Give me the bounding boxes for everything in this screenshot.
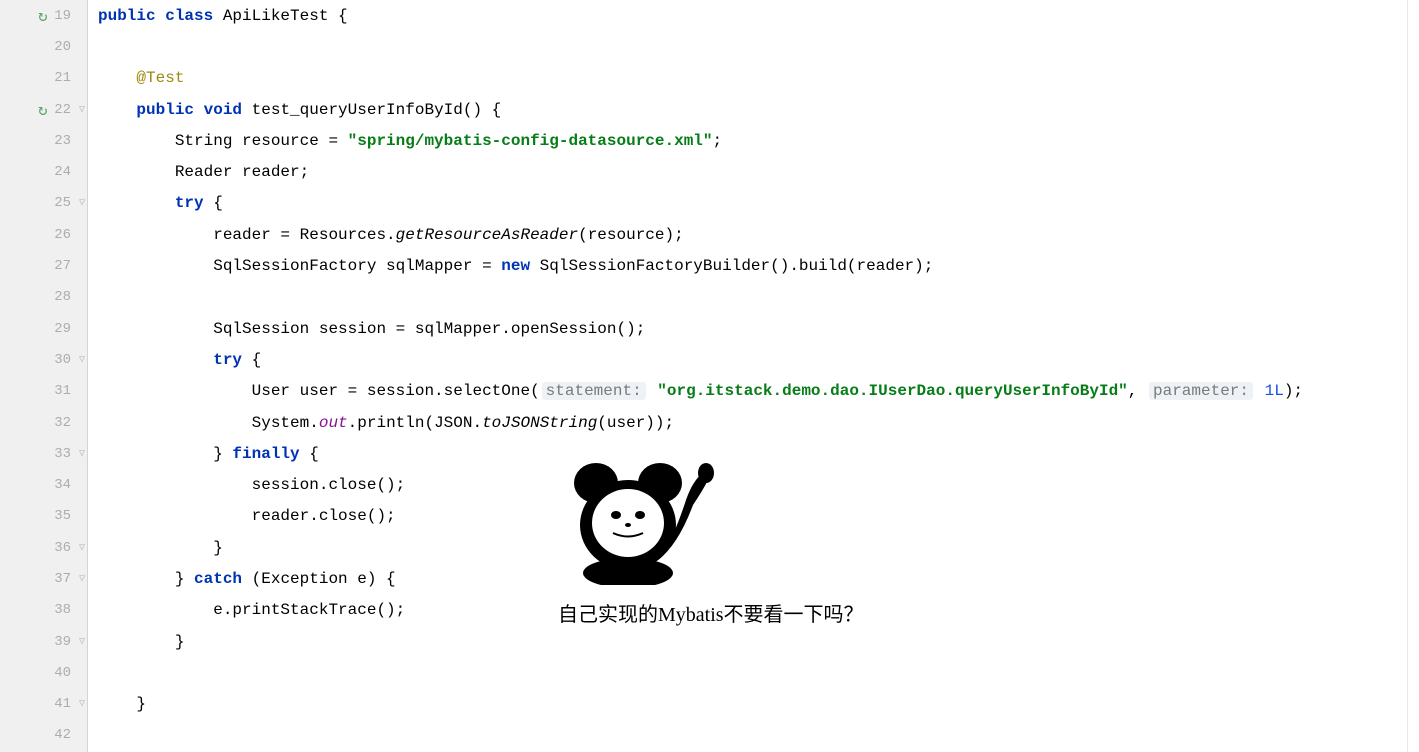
line-number: 30 bbox=[41, 352, 71, 368]
fold-icon[interactable]: ▽ bbox=[79, 698, 85, 710]
gutter-row[interactable]: 39 ▽ bbox=[0, 626, 87, 657]
line-number: 32 bbox=[41, 415, 71, 431]
fold-icon[interactable]: ▽ bbox=[79, 636, 85, 648]
gutter-row[interactable]: 41 ▽ bbox=[0, 689, 87, 720]
code-line[interactable]: String resource = "spring/mybatis-config… bbox=[98, 125, 1407, 156]
gutter-row[interactable]: 28 bbox=[0, 282, 87, 313]
gutter-row[interactable]: 34 bbox=[0, 469, 87, 500]
code-line[interactable]: session.close(); bbox=[98, 469, 1407, 500]
line-number: 29 bbox=[41, 321, 71, 337]
code-line[interactable]: } bbox=[98, 626, 1407, 657]
line-number: 38 bbox=[41, 602, 71, 618]
code-line[interactable] bbox=[98, 282, 1407, 313]
gutter-row[interactable]: 32 bbox=[0, 407, 87, 438]
gutter-row[interactable]: 24 bbox=[0, 156, 87, 187]
code-line[interactable] bbox=[98, 657, 1407, 688]
fold-icon[interactable]: ▽ bbox=[79, 354, 85, 366]
code-line[interactable]: try { bbox=[98, 188, 1407, 219]
line-number: 39 bbox=[41, 634, 71, 650]
code-line[interactable]: } catch (Exception e) { bbox=[98, 563, 1407, 594]
line-number: 25 bbox=[41, 195, 71, 211]
code-line[interactable]: } finally { bbox=[98, 438, 1407, 469]
line-number: 34 bbox=[41, 477, 71, 493]
gutter-row[interactable]: 33 ▽ bbox=[0, 438, 87, 469]
code-editor[interactable]: public class ApiLikeTest { @Test public … bbox=[88, 0, 1407, 752]
code-line[interactable]: User user = session.selectOne(statement:… bbox=[98, 376, 1407, 407]
line-number: 31 bbox=[41, 383, 71, 399]
fold-icon[interactable]: ▽ bbox=[79, 542, 85, 554]
param-hint: parameter: bbox=[1149, 382, 1253, 400]
gutter-row[interactable]: 29 bbox=[0, 313, 87, 344]
line-number: 35 bbox=[41, 508, 71, 524]
code-line[interactable]: e.printStackTrace(); bbox=[98, 595, 1407, 626]
code-line[interactable]: try { bbox=[98, 344, 1407, 375]
code-line[interactable]: System.out.println(JSON.toJSONString(use… bbox=[98, 407, 1407, 438]
code-line[interactable]: reader.close(); bbox=[98, 501, 1407, 532]
code-line[interactable] bbox=[98, 720, 1407, 751]
gutter-row[interactable]: 26 bbox=[0, 219, 87, 250]
gutter-row[interactable]: 19↻ bbox=[0, 0, 87, 31]
gutter: 19↻202122↻▽232425▽2627282930▽313233▽3435… bbox=[0, 0, 88, 752]
line-number: 33 bbox=[41, 446, 71, 462]
line-number: 24 bbox=[41, 164, 71, 180]
gutter-row[interactable]: 42 bbox=[0, 720, 87, 751]
fold-icon[interactable]: ▽ bbox=[79, 573, 85, 585]
line-number: 27 bbox=[41, 258, 71, 274]
code-line[interactable]: @Test bbox=[98, 63, 1407, 94]
gutter-row[interactable]: 36 ▽ bbox=[0, 532, 87, 563]
gutter-row[interactable]: 27 bbox=[0, 250, 87, 281]
gutter-row[interactable]: 40 bbox=[0, 657, 87, 688]
gutter-row[interactable]: 31 bbox=[0, 376, 87, 407]
line-number: 37 bbox=[41, 571, 71, 587]
line-number: 23 bbox=[41, 133, 71, 149]
code-line[interactable]: } bbox=[98, 532, 1407, 563]
line-number: 40 bbox=[41, 665, 71, 681]
code-line[interactable]: SqlSessionFactory sqlMapper = new SqlSes… bbox=[98, 250, 1407, 281]
fold-icon[interactable]: ▽ bbox=[79, 448, 85, 460]
line-number: 21 bbox=[41, 70, 71, 86]
marker-strip[interactable] bbox=[1407, 0, 1419, 752]
gutter-row[interactable]: 30 ▽ bbox=[0, 344, 87, 375]
fold-icon[interactable]: ▽ bbox=[79, 104, 85, 116]
code-line[interactable]: Reader reader; bbox=[98, 156, 1407, 187]
gutter-row[interactable]: 37 ▽ bbox=[0, 563, 87, 594]
gutter-row[interactable]: 20 bbox=[0, 31, 87, 62]
param-hint: statement: bbox=[542, 382, 646, 400]
run-test-icon[interactable]: ↻ bbox=[38, 100, 48, 120]
code-line[interactable]: reader = Resources.getResourceAsReader(r… bbox=[98, 219, 1407, 250]
gutter-row[interactable]: 25 ▽ bbox=[0, 188, 87, 219]
gutter-row[interactable]: 35 bbox=[0, 501, 87, 532]
gutter-row[interactable]: 21 bbox=[0, 63, 87, 94]
code-line[interactable]: public void test_queryUserInfoById() { bbox=[98, 94, 1407, 125]
fold-icon[interactable]: ▽ bbox=[79, 197, 85, 209]
code-line[interactable]: SqlSession session = sqlMapper.openSessi… bbox=[98, 313, 1407, 344]
line-number: 20 bbox=[41, 39, 71, 55]
run-test-icon[interactable]: ↻ bbox=[38, 6, 48, 26]
code-line[interactable]: public class ApiLikeTest { bbox=[98, 0, 1407, 31]
gutter-row[interactable]: 23 bbox=[0, 125, 87, 156]
code-line[interactable]: } bbox=[98, 689, 1407, 720]
gutter-row[interactable]: 38 bbox=[0, 595, 87, 626]
line-number: 28 bbox=[41, 289, 71, 305]
line-number: 41 bbox=[41, 696, 71, 712]
line-number: 36 bbox=[41, 540, 71, 556]
line-number: 42 bbox=[41, 727, 71, 743]
gutter-row[interactable]: 22↻▽ bbox=[0, 94, 87, 125]
code-line[interactable] bbox=[98, 31, 1407, 62]
line-number: 26 bbox=[41, 227, 71, 243]
